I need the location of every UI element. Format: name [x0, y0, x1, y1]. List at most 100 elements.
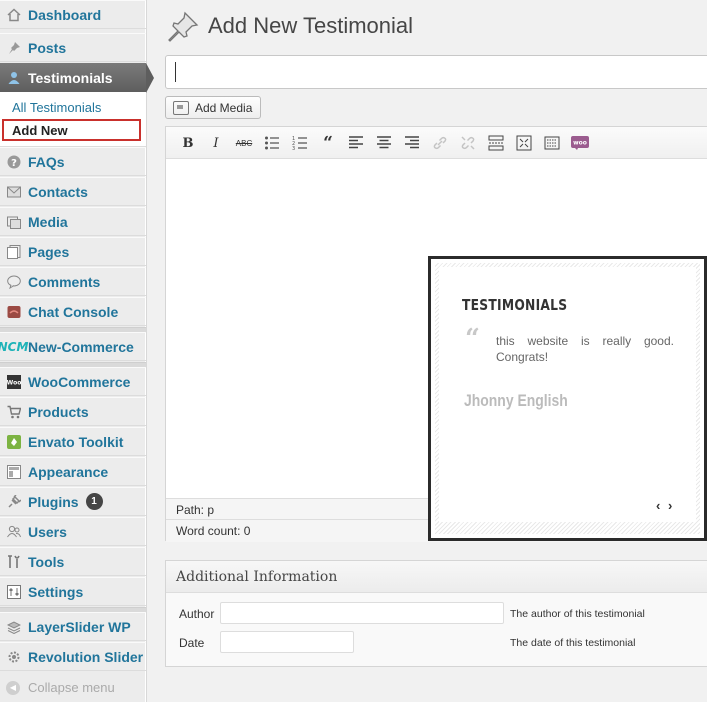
additional-information-box: Additional Information Author The author…	[165, 560, 707, 667]
align-left-icon	[349, 136, 363, 149]
sidebar-item-chat-console[interactable]: Chat Console	[0, 297, 146, 326]
layers-icon	[6, 619, 22, 635]
sidebar-item-comments[interactable]: Comments	[0, 267, 146, 296]
sidebar-item-label: Chat Console	[28, 303, 119, 320]
align-center-icon	[377, 136, 391, 149]
align-right-button[interactable]	[403, 134, 421, 152]
sidebar-item-new-commerce[interactable]: NCM New-Commerce	[0, 332, 146, 361]
preview-heading: TESTIMONIALS	[462, 296, 568, 314]
cart-icon	[6, 404, 22, 420]
submenu-add-new-label: Add New	[12, 123, 68, 138]
sidebar-item-label: Products	[28, 403, 89, 420]
sidebar-item-contacts[interactable]: Contacts	[0, 177, 146, 206]
fullscreen-button[interactable]	[515, 134, 533, 152]
sidebar-item-label: Comments	[28, 273, 101, 290]
date-description: The date of this testimonial	[510, 637, 636, 649]
appearance-icon	[6, 464, 22, 480]
sidebar-item-tools[interactable]: Tools	[0, 547, 146, 576]
collapse-menu-button[interactable]: ◀ Collapse menu	[6, 680, 115, 695]
sidebar-item-plugins[interactable]: Plugins 1	[0, 487, 146, 516]
woocommerce-shortcode-button[interactable]: woo	[571, 134, 589, 152]
read-more-icon	[488, 135, 504, 151]
metabox-title: Additional Information	[176, 569, 338, 585]
preview-hatched-frame: TESTIMONIALS “ this website is really go…	[435, 263, 700, 534]
text-caret	[175, 62, 176, 82]
preview-content: TESTIMONIALS “ this website is really go…	[439, 267, 696, 522]
ncm-logo-icon: NCM	[0, 339, 29, 354]
editor-path: Path: p	[176, 503, 215, 517]
italic-button[interactable]: I	[207, 134, 225, 152]
insert-link-button[interactable]	[431, 134, 449, 152]
sidebar-item-label: Revolution Slider	[28, 648, 144, 665]
sidebar-item-users[interactable]: Users	[0, 517, 146, 546]
quote-mark-icon: “	[465, 324, 480, 354]
word-count: Word count: 0	[176, 524, 251, 538]
media-icon	[6, 214, 22, 230]
kitchen-sink-icon	[544, 136, 560, 150]
media-icon	[173, 100, 189, 115]
author-field[interactable]	[220, 602, 504, 624]
submenu-add-new[interactable]: Add New	[2, 119, 141, 141]
collapse-menu-label: Collapse menu	[28, 680, 115, 695]
page-title: Add New Testimonial	[208, 13, 414, 38]
sidebar-item-posts[interactable]: Posts	[0, 33, 146, 62]
envelope-icon	[6, 184, 22, 200]
sidebar-item-label: Media	[28, 213, 68, 230]
sidebar-item-media[interactable]: Media	[0, 207, 146, 236]
sidebar-item-pages[interactable]: Pages	[0, 237, 146, 266]
insert-more-button[interactable]	[487, 134, 505, 152]
preview-author: Jhonny English	[464, 391, 568, 410]
collapse-arrow-icon: ◀	[6, 680, 20, 695]
submenu-all-testimonials[interactable]: All Testimonials	[12, 100, 101, 115]
sidebar-item-faqs[interactable]: ? FAQs	[0, 147, 146, 176]
kitchen-sink-button[interactable]	[543, 134, 561, 152]
preview-quote: this website is really good. Congrats!	[496, 334, 674, 364]
metabox-header[interactable]: Additional Information	[166, 561, 707, 593]
add-media-button[interactable]: Add Media	[165, 96, 261, 119]
sidebar-item-layerslider[interactable]: LayerSlider WP	[0, 612, 146, 641]
numbered-list-button[interactable]: 123	[291, 134, 309, 152]
gear-icon	[6, 649, 22, 665]
align-right-icon	[405, 136, 419, 149]
bullet-list-button[interactable]	[263, 134, 281, 152]
pages-icon	[6, 244, 22, 260]
sidebar-item-revolution-slider[interactable]: Revolution Slider	[0, 642, 146, 671]
sidebar-item-testimonials[interactable]: Testimonials	[0, 63, 146, 92]
sidebar-item-label: FAQs	[28, 153, 65, 170]
sidebar-item-label: Pages	[28, 243, 70, 260]
plugin-update-count-badge: 1	[85, 493, 103, 510]
sidebar-item-label: Plugins	[28, 493, 79, 510]
date-field[interactable]	[220, 631, 354, 653]
admin-sidebar: Dashboard Posts Testimonials All Testimo…	[0, 0, 154, 702]
numbered-list-icon: 123	[292, 136, 307, 151]
sidebar-item-envato-toolkit[interactable]: Envato Toolkit	[0, 427, 146, 456]
blockquote-button[interactable]: “	[319, 133, 337, 153]
sidebar-item-label: Tools	[28, 553, 65, 570]
align-center-button[interactable]	[375, 134, 393, 152]
unlink-button[interactable]	[459, 134, 477, 152]
sidebar-item-settings[interactable]: Settings	[0, 577, 146, 606]
svg-text:3: 3	[292, 146, 295, 151]
author-label: Author	[179, 607, 215, 621]
svg-text:Woo: Woo	[7, 379, 21, 386]
sidebar-item-products[interactable]: Products	[0, 397, 146, 426]
sidebar-item-label: Appearance	[28, 463, 109, 480]
sidebar-item-label: Dashboard	[28, 6, 102, 23]
preview-nav-arrows[interactable]: ‹ ›	[656, 498, 674, 513]
sidebar-item-appearance[interactable]: Appearance	[0, 457, 146, 486]
sidebar-item-dashboard[interactable]: Dashboard	[0, 0, 146, 29]
date-label: Date	[179, 636, 205, 650]
svg-text:?: ?	[11, 158, 17, 169]
active-menu-arrow	[146, 63, 154, 93]
sidebar-item-label: Settings	[28, 583, 84, 600]
strikethrough-button[interactable]: ABC	[235, 134, 253, 152]
plug-icon	[6, 494, 22, 510]
align-left-button[interactable]	[347, 134, 365, 152]
sidebar-item-woocommerce[interactable]: Woo WooCommerce	[0, 367, 146, 396]
author-description: The author of this testimonial	[510, 608, 645, 620]
title-input[interactable]	[165, 55, 707, 89]
tools-icon	[6, 554, 22, 570]
bold-button[interactable]: B	[179, 134, 197, 152]
fullscreen-icon	[516, 135, 532, 151]
svg-text:woo: woo	[573, 140, 587, 147]
